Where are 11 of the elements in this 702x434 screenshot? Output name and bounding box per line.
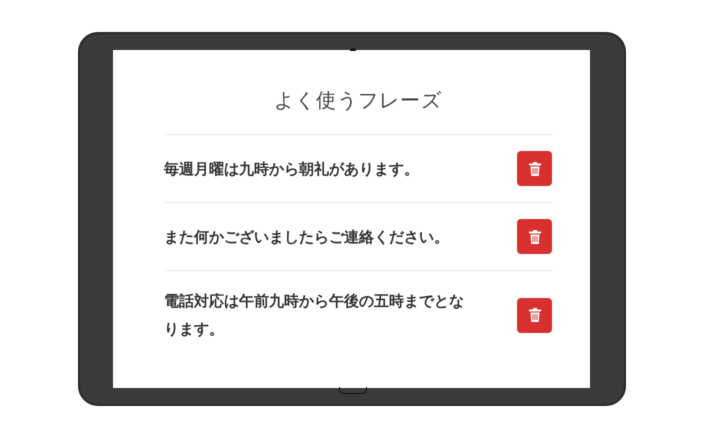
trash-icon: [528, 308, 540, 322]
trash-icon: [528, 162, 540, 176]
phrase-text: 電話対応は午前九時から午後の五時までとなります。: [164, 291, 465, 340]
delete-button[interactable]: [517, 151, 552, 186]
trash-icon: [528, 230, 540, 244]
page-title: よく使うフレーズ: [274, 87, 442, 114]
delete-button[interactable]: [517, 219, 552, 254]
phrase-text: また何かございましたらご連絡ください。: [164, 226, 450, 248]
camera-icon: [350, 48, 356, 51]
delete-button[interactable]: [517, 298, 552, 332]
phrase-text: 毎週月曜は九時から朝礼があります。: [164, 158, 420, 180]
